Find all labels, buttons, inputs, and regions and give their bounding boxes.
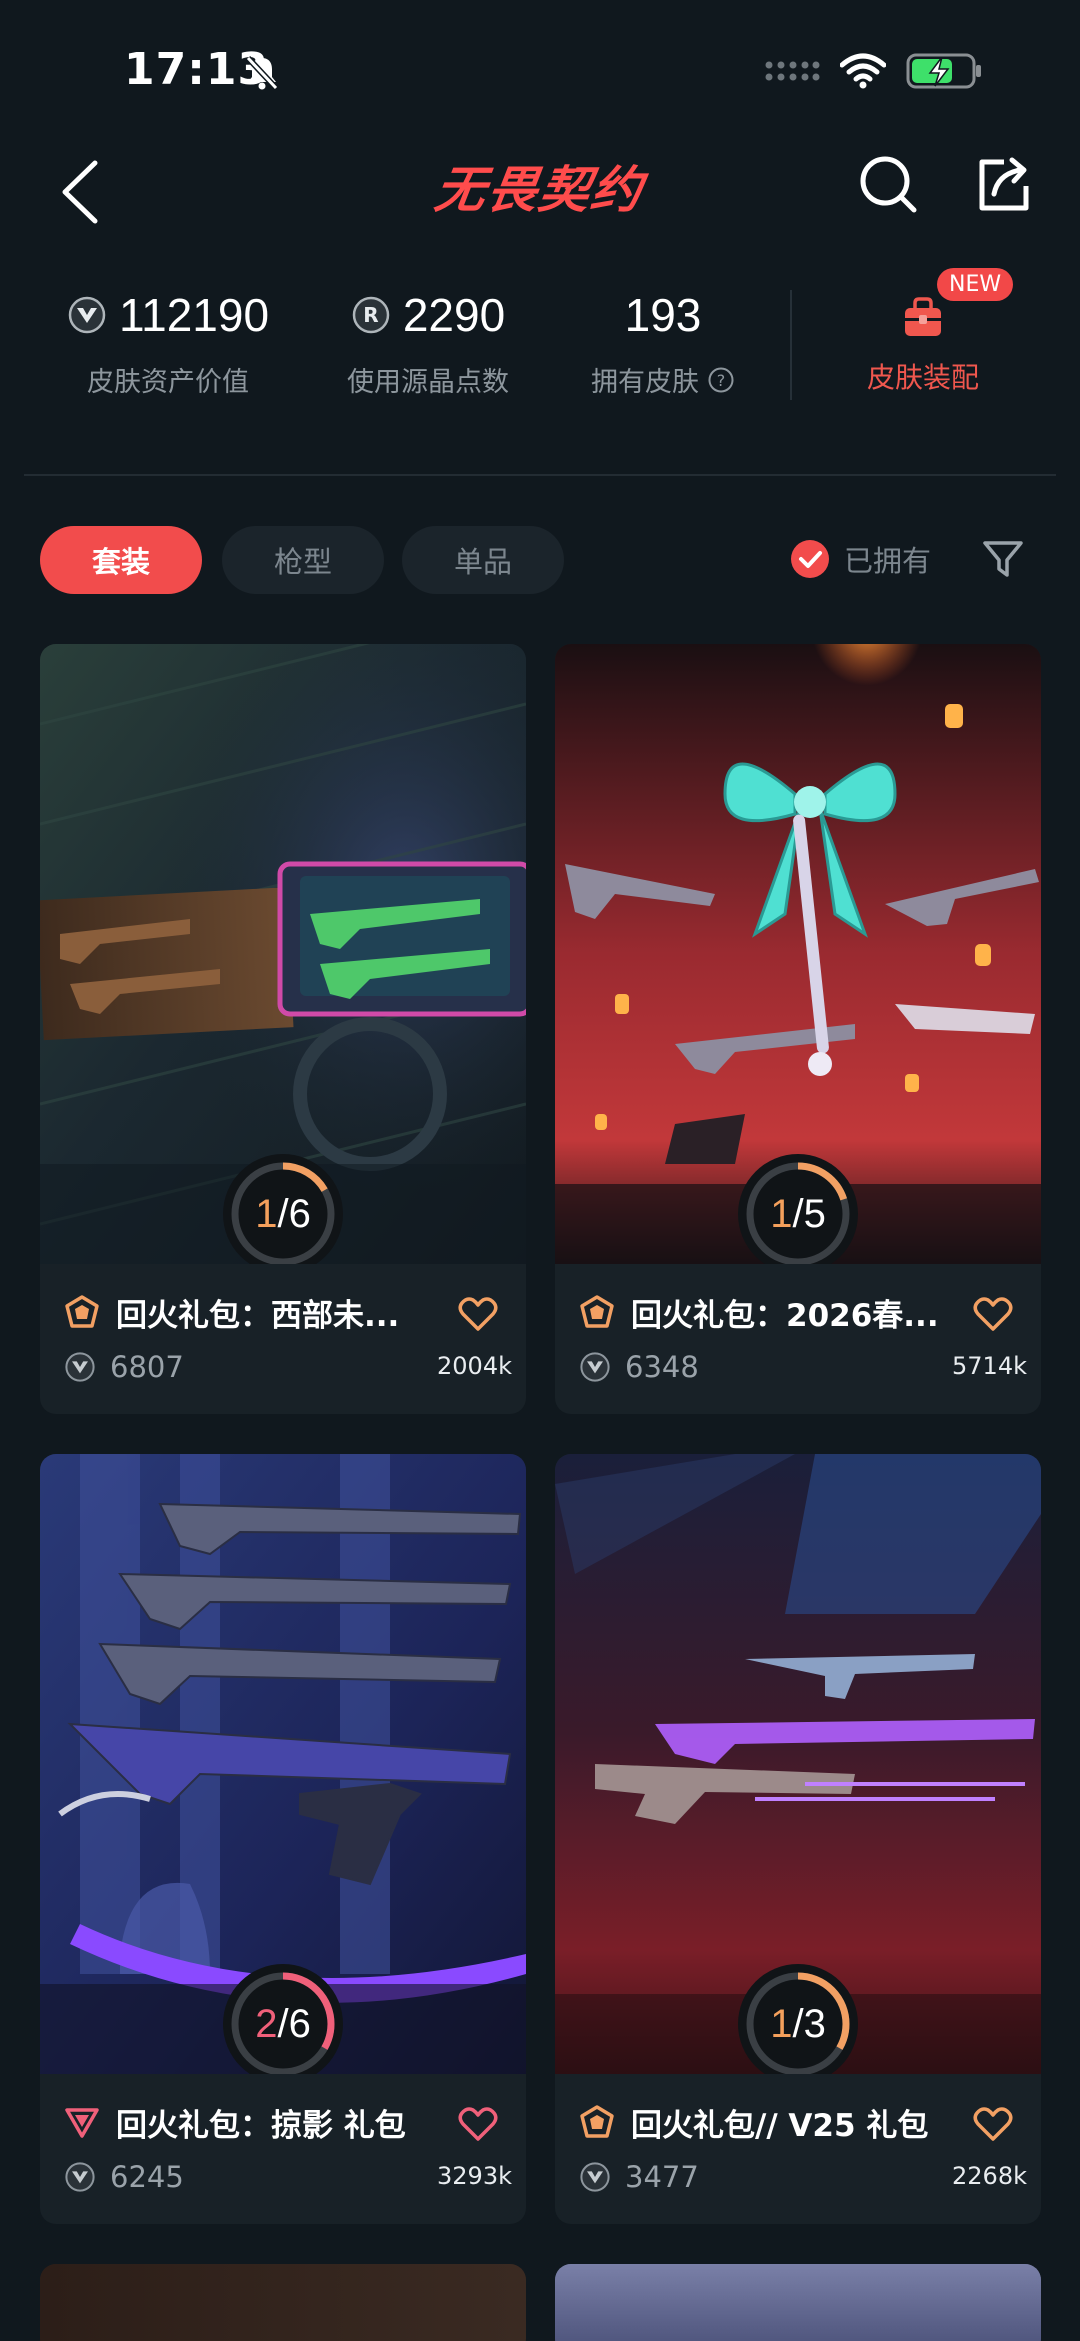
share-button[interactable]: [964, 144, 1044, 224]
vp-coin-icon: [580, 2162, 610, 2192]
card-name: 回火礼包// V25 礼包: [631, 2108, 929, 2144]
card-info: 回火礼包：西部未... 6807 2004k: [40, 1264, 526, 1414]
price: 6348: [625, 1350, 699, 1384]
svg-text:R: R: [363, 303, 378, 327]
svg-text:?: ?: [717, 371, 726, 390]
owned-count: 2: [255, 2001, 278, 2046]
price: 6807: [110, 1350, 184, 1384]
favorite-button[interactable]: [971, 2102, 1015, 2146]
card-image: 1/6: [40, 644, 526, 1264]
skin-card-1[interactable]: 1/6 回火礼包：西部未... 6807 2004k: [40, 644, 526, 1414]
search-icon: [860, 156, 917, 213]
card-name: 回火礼包：2026春...: [631, 1298, 939, 1334]
funnel-icon: [983, 541, 1023, 577]
price: 6245: [110, 2160, 184, 2194]
status-bar: 17:13: [0, 0, 1080, 140]
asset-value-label: 皮肤资产价值: [87, 367, 249, 398]
tier-badge-icon: [580, 1295, 614, 1328]
card-image: [40, 2264, 526, 2341]
card-info: 回火礼包：掠影 礼包 6245 3293k: [40, 2074, 526, 2224]
skin-card-6-partial[interactable]: [555, 2264, 1041, 2341]
favorite-button[interactable]: [456, 1292, 500, 1336]
skin-card-5-partial[interactable]: [40, 2264, 526, 2341]
card-image: 1/3: [555, 1454, 1041, 2074]
favorite-button[interactable]: [971, 1292, 1015, 1336]
skin-outfit-button[interactable]: NEW 皮肤装配: [838, 268, 1014, 396]
radiant-points-label: 使用源晶点数: [347, 367, 509, 398]
tier-badge-icon: [65, 2108, 99, 2138]
tier-badge-icon: [580, 2105, 614, 2138]
collection-progress: 1/6: [223, 1154, 343, 1264]
asset-value: 112190: [118, 289, 270, 341]
like-count: 3293k: [437, 2162, 512, 2190]
radianite-coin-icon: R: [352, 296, 390, 334]
heart-icon: [973, 2107, 1013, 2141]
stats-row: 112190 皮肤资产价值 R 2290 使用源晶点数 193 拥有皮肤 ? N…: [0, 268, 1080, 430]
skin-card-2[interactable]: 1/5 回火礼包：2026春... 6348 5714k: [555, 644, 1041, 1414]
share-icon: [979, 157, 1029, 211]
bell-muted-icon: [245, 55, 279, 91]
radiant-points: 2290: [402, 289, 506, 341]
card-info: 回火礼包// V25 礼包 3477 2268k: [555, 2074, 1041, 2224]
like-count: 5714k: [952, 1352, 1027, 1380]
owned-count: 1: [770, 1191, 793, 1236]
radiant-points-stat: R 2290 使用源晶点数: [318, 280, 538, 399]
card-image: 2/6: [40, 1454, 526, 2074]
wardrobe-bag-icon: [905, 297, 941, 336]
card-image: 1/5: [555, 644, 1041, 1264]
signal-dots-icon: [765, 61, 820, 81]
vp-coin-icon: [580, 1352, 610, 1382]
total-count: 5: [803, 1191, 826, 1236]
card-name: 回火礼包：西部未...: [116, 1298, 400, 1334]
vp-coin-icon: [65, 2162, 95, 2192]
like-count: 2268k: [952, 2162, 1027, 2190]
like-count: 2004k: [437, 1352, 512, 1380]
skin-card-3[interactable]: 2/6 回火礼包：掠影 礼包 6245 3293k: [40, 1454, 526, 2224]
search-button[interactable]: [848, 144, 928, 224]
filter-button[interactable]: [978, 534, 1028, 584]
total-count: 3: [803, 2001, 826, 2046]
heart-icon: [458, 2107, 498, 2141]
heart-icon: [973, 1297, 1013, 1331]
collection-progress: 1/5: [738, 1154, 858, 1264]
filter-bar: 套装 枪型 单品 已拥有: [0, 526, 1080, 596]
owned-count: 1: [770, 2001, 793, 2046]
owned-skins: 193: [624, 289, 702, 341]
collection-progress: 1/3: [738, 1964, 858, 2074]
price: 3477: [625, 2160, 699, 2194]
total-count: 6: [288, 2001, 311, 2046]
battery-charging-icon: [906, 53, 981, 89]
tier-badge-icon: [65, 1295, 99, 1328]
asset-value-stat: 112190 皮肤资产价值: [58, 280, 278, 399]
total-count: 6: [288, 1191, 311, 1236]
owned-skins-label: 拥有皮肤: [591, 367, 699, 398]
collection-progress: 2/6: [223, 1964, 343, 2074]
owned-toggle[interactable]: 已拥有: [790, 538, 931, 580]
vp-coin-icon: [68, 296, 106, 334]
tab-set[interactable]: 套装: [40, 526, 202, 594]
stats-divider: [790, 290, 792, 400]
wifi-icon: [840, 53, 886, 89]
outfit-label: 皮肤装配: [866, 361, 979, 394]
vp-coin-icon: [65, 1352, 95, 1382]
tab-gun-type[interactable]: 枪型: [222, 526, 384, 594]
skin-card-4[interactable]: 1/3 回火礼包// V25 礼包 3477 2268k: [555, 1454, 1041, 2224]
checkbox-checked-icon: [791, 540, 829, 578]
card-info: 回火礼包：2026春... 6348 5714k: [555, 1264, 1041, 1414]
header: 无畏契约: [0, 130, 1080, 260]
help-icon[interactable]: ?: [707, 366, 735, 394]
new-badge: NEW: [937, 268, 1014, 301]
card-name: 回火礼包：掠影 礼包: [116, 2108, 406, 2144]
tab-single-item[interactable]: 单品: [402, 526, 564, 594]
heart-icon: [458, 1297, 498, 1331]
owned-skins-stat[interactable]: 193 拥有皮肤 ?: [568, 280, 758, 399]
owned-label: 已拥有: [844, 544, 932, 578]
card-image: [555, 2264, 1041, 2341]
favorite-button[interactable]: [456, 2102, 500, 2146]
owned-count: 1: [255, 1191, 278, 1236]
section-divider: [24, 474, 1056, 476]
